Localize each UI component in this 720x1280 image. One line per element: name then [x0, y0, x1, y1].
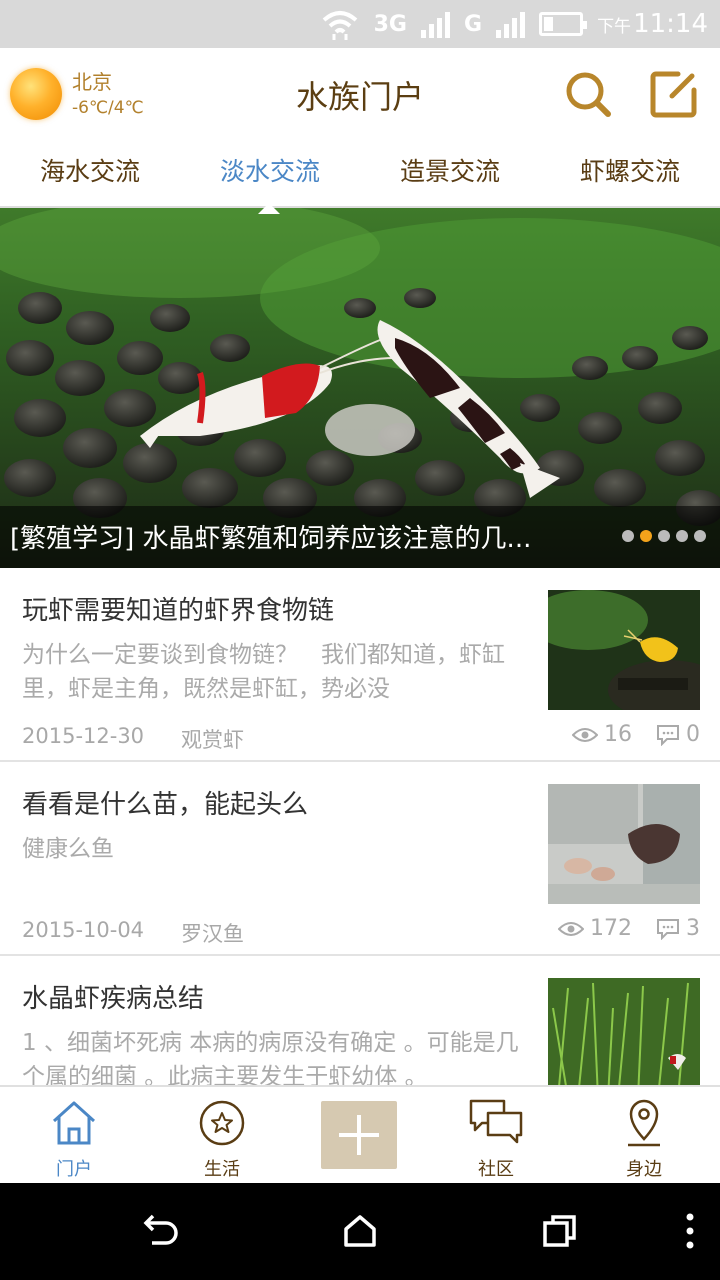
more-icon[interactable] — [680, 1213, 700, 1249]
pagination-dot — [658, 530, 670, 542]
wifi-icon — [322, 11, 357, 40]
system-navigation-bar — [0, 1183, 720, 1280]
back-icon[interactable] — [140, 1213, 180, 1249]
article-summary: 健康么鱼 — [22, 836, 114, 862]
article-stats: 16 0 — [572, 722, 700, 747]
category-tabs: 海水交流 淡水交流 造景交流 虾螺交流 — [0, 140, 720, 208]
signal-icon-2 — [496, 10, 526, 38]
list-item[interactable]: 看看是什么苗，能起头么 健康么鱼 2015-10-04 罗汉鱼 172 3 — [0, 762, 720, 956]
list-item[interactable]: 玩虾需要知道的虾界食物链 为什么一定要谈到食物链？ 我们都知道，虾缸里，虾是主角… — [0, 568, 720, 762]
nav-life-label: 生活 — [204, 1159, 240, 1180]
status-bar: 3G G 下午11:14 — [0, 0, 720, 48]
status-time: 下午11:14 — [597, 9, 708, 39]
pagination-dot-active — [640, 530, 652, 542]
add-post-button[interactable] — [321, 1101, 397, 1169]
comment-count: 0 — [686, 722, 700, 747]
search-icon[interactable] — [562, 68, 614, 120]
article-summary: 1 、细菌坏死病 本病的病原没有确定 。可能是几个属的细菌 。此病主要发生于虾幼… — [22, 1030, 519, 1085]
article-tag: 观赏虾 — [181, 728, 244, 752]
network-3g-label: 3G — [373, 11, 407, 37]
view-count: 16 — [604, 722, 632, 747]
chat-bubbles-icon — [469, 1099, 523, 1144]
comment-count: 3 — [686, 916, 700, 941]
article-thumbnail — [548, 590, 700, 710]
article-title: 水晶虾疾病总结 — [22, 984, 205, 1014]
battery-icon — [539, 12, 588, 36]
comment-icon — [657, 724, 679, 746]
banner-pagination — [622, 530, 706, 542]
banner-caption-bar: [繁殖学习] 水晶虾繁殖和饲养应该注意的几... — [0, 506, 720, 568]
app-header: 北京 -6℃/4℃ 水族门户 — [0, 48, 720, 140]
article-date: 2015-12-30 — [22, 724, 145, 748]
article-summary: 为什么一定要谈到食物链？ 我们都知道，虾缸里，虾是主角，既然是虾缸，势必没 — [22, 642, 505, 702]
bottom-navigation: 门户 生活 社区 身边 — [0, 1085, 720, 1183]
network-g-label: G — [464, 11, 483, 37]
tab-aquascape[interactable]: 造景交流 — [360, 140, 540, 206]
time-prefix: 下午 — [597, 17, 632, 37]
article-stats: 172 3 — [558, 916, 700, 941]
signal-icon — [421, 10, 450, 38]
home-icon — [52, 1101, 96, 1145]
recents-icon[interactable] — [542, 1213, 578, 1249]
article-title: 玩虾需要知道的虾界食物链 — [22, 596, 335, 626]
home-outline-icon[interactable] — [342, 1213, 378, 1249]
tab-freshwater[interactable]: 淡水交流 — [180, 140, 360, 206]
eye-icon — [558, 921, 584, 936]
nav-community-label: 社区 — [478, 1159, 514, 1180]
banner-caption: [繁殖学习] 水晶虾繁殖和饲养应该注意的几... — [10, 524, 532, 554]
nav-nearby-label: 身边 — [626, 1159, 662, 1180]
view-count: 172 — [590, 916, 632, 941]
article-thumbnail — [548, 978, 700, 1085]
nav-community[interactable]: 社区 — [446, 1087, 546, 1185]
article-tag: 罗汉鱼 — [181, 922, 244, 946]
article-thumbnail — [548, 784, 700, 904]
nav-life[interactable]: 生活 — [172, 1087, 272, 1185]
comment-icon — [657, 918, 679, 940]
pagination-dot — [622, 530, 634, 542]
nav-portal-label: 门户 — [56, 1159, 92, 1180]
time-value: 11:14 — [633, 9, 708, 39]
tab-seawater[interactable]: 海水交流 — [0, 140, 180, 206]
location-pin-icon — [628, 1099, 660, 1147]
eye-icon — [572, 727, 598, 742]
nav-portal[interactable]: 门户 — [24, 1087, 124, 1185]
pagination-dot — [694, 530, 706, 542]
star-circle-icon — [199, 1100, 245, 1146]
featured-banner[interactable]: [繁殖学习] 水晶虾繁殖和饲养应该注意的几... — [0, 208, 720, 568]
nav-nearby[interactable]: 身边 — [594, 1087, 694, 1185]
article-title: 看看是什么苗，能起头么 — [22, 790, 309, 820]
tab-shrimp-snail[interactable]: 虾螺交流 — [540, 140, 720, 206]
article-date: 2015-10-04 — [22, 918, 145, 942]
compose-icon[interactable] — [648, 68, 700, 120]
pagination-dot — [676, 530, 688, 542]
active-tab-indicator — [258, 203, 280, 214]
list-item[interactable]: 水晶虾疾病总结 1 、细菌坏死病 本病的病原没有确定 。可能是几个属的细菌 。此… — [0, 956, 720, 1085]
article-list: 玩虾需要知道的虾界食物链 为什么一定要谈到食物链？ 我们都知道，虾缸里，虾是主角… — [0, 568, 720, 1085]
plus-icon — [339, 1115, 379, 1155]
